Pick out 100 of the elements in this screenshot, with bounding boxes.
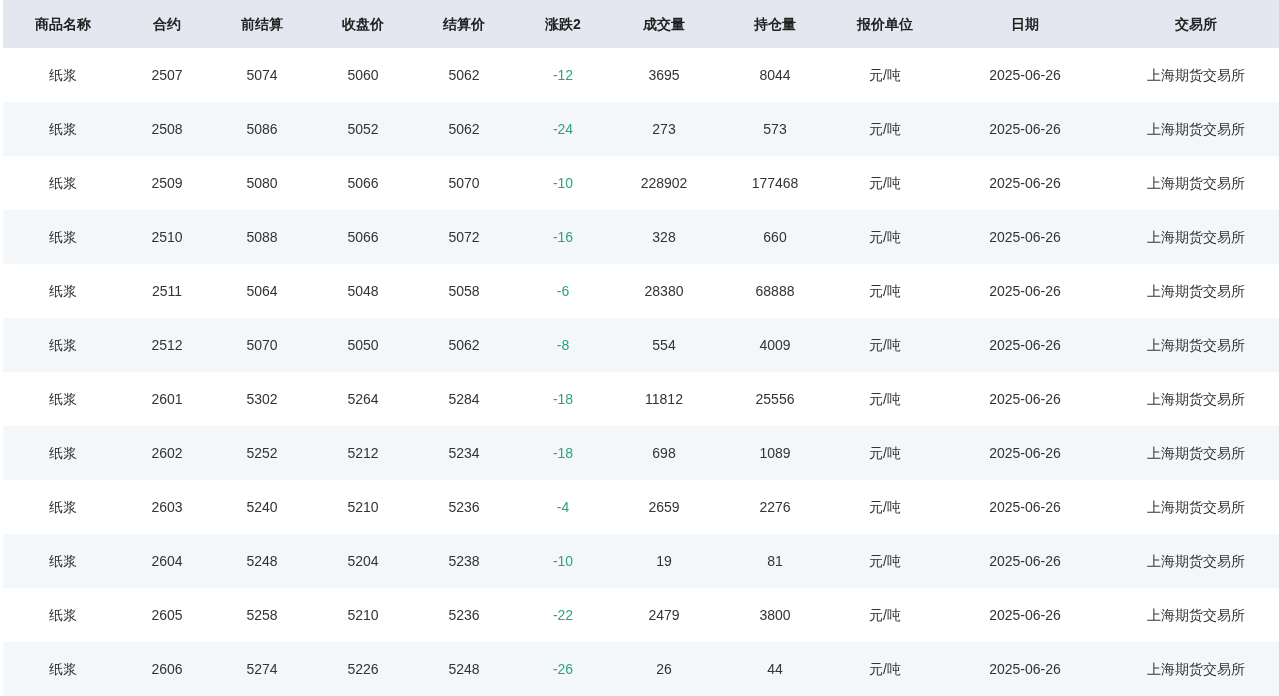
table-cell: 2025-06-26 [937,102,1113,156]
table-cell: 28380 [611,264,717,318]
table-cell: 上海期货交易所 [1113,318,1279,372]
table-cell: 5236 [413,480,515,534]
table-cell: -24 [515,102,611,156]
table-cell: 2603 [123,480,211,534]
table-cell: 573 [717,102,833,156]
table-cell: 5252 [211,426,313,480]
table-cell: 纸浆 [3,426,123,480]
table-cell: 2025-06-26 [937,48,1113,102]
table-cell: 纸浆 [3,372,123,426]
table-cell: 2025-06-26 [937,210,1113,264]
table-cell: 26 [611,642,717,696]
table-cell: 2511 [123,264,211,318]
table-cell: -10 [515,156,611,210]
table-cell: 上海期货交易所 [1113,210,1279,264]
table-cell: 328 [611,210,717,264]
table-cell: 元/吨 [833,642,937,696]
table-cell: 25556 [717,372,833,426]
table-cell: 2025-06-26 [937,588,1113,642]
table-cell: -6 [515,264,611,318]
table-cell: 68888 [717,264,833,318]
table-cell: 2659 [611,480,717,534]
table-cell: 19 [611,534,717,588]
table-cell: 上海期货交易所 [1113,102,1279,156]
table-cell: 2025-06-26 [937,426,1113,480]
table-cell: 5070 [211,318,313,372]
table-cell: 177468 [717,156,833,210]
table-cell: 5080 [211,156,313,210]
table-cell: 纸浆 [3,156,123,210]
table-cell: 5074 [211,48,313,102]
table-cell: 660 [717,210,833,264]
table-cell: 2025-06-26 [937,156,1113,210]
table-cell: 5088 [211,210,313,264]
table-cell: 元/吨 [833,480,937,534]
table-cell: 元/吨 [833,426,937,480]
column-header: 合约 [123,0,211,48]
table-cell: 元/吨 [833,210,937,264]
table-cell: 2508 [123,102,211,156]
table-cell: 5258 [211,588,313,642]
table-cell: 5238 [413,534,515,588]
table-cell: 元/吨 [833,534,937,588]
table-cell: 1089 [717,426,833,480]
table-cell: 5284 [413,372,515,426]
table-cell: 554 [611,318,717,372]
column-header: 前结算 [211,0,313,48]
table-cell: 上海期货交易所 [1113,264,1279,318]
table-cell: 纸浆 [3,642,123,696]
table-cell: -4 [515,480,611,534]
table-cell: 5072 [413,210,515,264]
table-cell: -26 [515,642,611,696]
column-header: 收盘价 [313,0,413,48]
table-cell: 2276 [717,480,833,534]
table-cell: 2605 [123,588,211,642]
table-cell: 2507 [123,48,211,102]
table-cell: 3800 [717,588,833,642]
table-cell: 2025-06-26 [937,264,1113,318]
table-cell: 2602 [123,426,211,480]
table-cell: -18 [515,426,611,480]
table-cell: 元/吨 [833,48,937,102]
table-cell: 纸浆 [3,588,123,642]
table-cell: 5066 [313,156,413,210]
table-cell: -16 [515,210,611,264]
table-cell: 5226 [313,642,413,696]
table-cell: -18 [515,372,611,426]
table-cell: 元/吨 [833,102,937,156]
table-cell: 5064 [211,264,313,318]
column-header: 日期 [937,0,1113,48]
column-header: 交易所 [1113,0,1279,48]
table-cell: 5240 [211,480,313,534]
table-cell: 纸浆 [3,102,123,156]
column-header: 报价单位 [833,0,937,48]
table-cell: 2025-06-26 [937,480,1113,534]
table-cell: 5236 [413,588,515,642]
table-cell: 5212 [313,426,413,480]
table-cell: 5210 [313,588,413,642]
table-cell: 2479 [611,588,717,642]
table-cell: 上海期货交易所 [1113,48,1279,102]
table-cell: 元/吨 [833,372,937,426]
table-cell: 8044 [717,48,833,102]
table-cell: 2604 [123,534,211,588]
table-cell: 273 [611,102,717,156]
table-cell: 元/吨 [833,588,937,642]
table-cell: 11812 [611,372,717,426]
table-cell: 5248 [413,642,515,696]
column-header: 成交量 [611,0,717,48]
table-cell: 5248 [211,534,313,588]
table-cell: 5052 [313,102,413,156]
table-cell: 上海期货交易所 [1113,372,1279,426]
table-cell: 5204 [313,534,413,588]
table-cell: 上海期货交易所 [1113,426,1279,480]
table-cell: 5234 [413,426,515,480]
table-cell: 2606 [123,642,211,696]
table-cell: 228902 [611,156,717,210]
table-cell: 上海期货交易所 [1113,588,1279,642]
table-cell: 上海期货交易所 [1113,156,1279,210]
table-cell: 2510 [123,210,211,264]
table-cell: 纸浆 [3,48,123,102]
table-cell: 纸浆 [3,534,123,588]
table-cell: 2025-06-26 [937,642,1113,696]
